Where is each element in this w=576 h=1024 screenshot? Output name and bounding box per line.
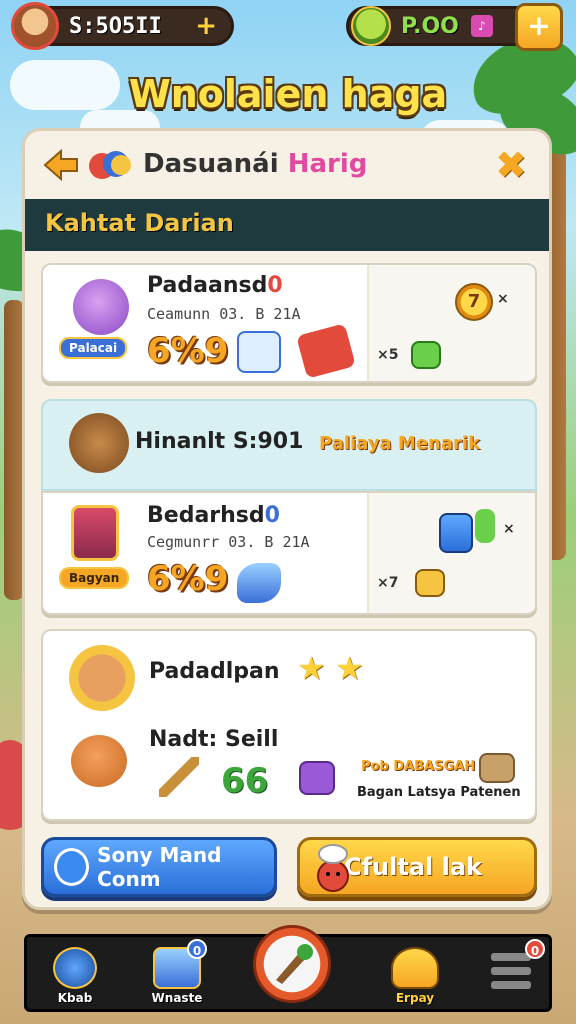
nav-badge: 0 [525, 939, 545, 959]
card-tag: Palacai [59, 337, 128, 359]
shop-button[interactable]: + [515, 3, 563, 51]
gems-counter[interactable]: P.OO ♪ + [346, 3, 563, 51]
green-gem-icon [411, 341, 441, 369]
card-name: Bedarhsd0 [147, 503, 280, 528]
music-icon[interactable]: ♪ [470, 15, 493, 37]
cake-icon [71, 505, 119, 561]
key-icon [159, 757, 199, 797]
chef-icon [308, 842, 358, 894]
reward-label-bottom: Bagan Latsya Patenen [357, 785, 521, 800]
nav-item-kbab[interactable]: Kbab [41, 943, 109, 1007]
coin-icon: 7 [455, 283, 493, 321]
card-tag: Bagyan [59, 567, 130, 589]
card-name: Padaansd0 [147, 273, 283, 298]
card-subtitle: Ceamunn 03. B 21A [147, 305, 301, 323]
primary-action-label: Cfultal lak [344, 853, 482, 881]
nav-label: Erpay [395, 991, 435, 1005]
berries-icon [89, 151, 131, 181]
coins-counter[interactable]: S:5O5II + [11, 2, 234, 50]
bottom-nav: Kbab 0 Wnaste Erpay 0 [24, 925, 552, 1012]
frog-icon [351, 6, 391, 46]
paintbrush-icon [276, 944, 313, 984]
game-title: Wnolaien haga [128, 72, 448, 116]
reward-name: Padadlpan [149, 659, 280, 684]
gems-value: P.OO [401, 13, 459, 39]
card-side-panel [367, 265, 535, 381]
nav-label: Kbab [57, 991, 93, 1005]
clock-icon [53, 947, 97, 989]
close-icon[interactable]: ✖ [491, 145, 531, 185]
menu-line [491, 981, 531, 989]
reward-count: 66 [221, 761, 269, 801]
nav-badge: 0 [187, 939, 207, 959]
panel-title-highlight: Harig [287, 149, 368, 179]
coins-value: S:5O5II [69, 13, 162, 39]
trophy-icon [391, 947, 439, 989]
crate-icon [479, 753, 515, 783]
card-price: 6%9 [147, 331, 229, 371]
gold-gem-icon [415, 569, 445, 597]
reward-label-top: Pob DABASGAH [361, 759, 476, 774]
item-multiplier: × [503, 521, 515, 537]
nav-item-erpay[interactable]: Erpay [381, 943, 449, 1007]
back-arrow-svg [43, 148, 78, 182]
player-avatar[interactable] [11, 2, 59, 50]
star-icon: ★ [297, 649, 326, 687]
nav-label: Wnaste [151, 991, 203, 1005]
card-subtitle: Cegmunrr 03. B 21A [147, 533, 310, 551]
book-icon [439, 513, 473, 553]
food-plate-icon [69, 413, 129, 473]
horn-icon [237, 563, 281, 603]
shop-panel: Dasuanái Harig ✖ Kahtat Darian Palacai P… [22, 128, 552, 910]
palm-trunk [4, 300, 24, 600]
offer-card-2[interactable]: Bagyan Bedarhsd0 Cegmunrr 03. B 21A 6%9 … [41, 491, 537, 615]
section-title: Kahtat Darian [45, 209, 234, 237]
gem-multiplier: ×7 [377, 575, 399, 591]
offer-card-1[interactable]: Palacai Padaansd0 Ceamunn 03. B 21A 6%9 … [41, 263, 537, 383]
banner-text: Hinanlt S:901 [135, 429, 304, 454]
secondary-action-button[interactable]: Sony Mand Conm [41, 837, 277, 897]
star-icon: ★ [335, 649, 364, 687]
monster-icon [73, 279, 129, 335]
treasure-box-icon [237, 331, 281, 373]
secondary-action-label: Sony Mand Conm [97, 843, 222, 891]
gem-multiplier: ×5 [377, 347, 399, 363]
primary-action-button[interactable]: Cfultal lak [297, 837, 537, 897]
nav-item-wnaste[interactable]: 0 Wnaste [143, 939, 211, 1007]
chef-svg [317, 844, 349, 892]
coin-multiplier: × [497, 291, 509, 307]
flag-icon [296, 323, 356, 379]
purple-box-icon [299, 761, 335, 795]
compass-icon [54, 848, 90, 886]
reward-subname: Nadt: Seill [149, 727, 279, 752]
panel-title: Dasuanái Harig [143, 149, 368, 179]
menu-line [491, 953, 531, 961]
nav-center-button[interactable] [253, 925, 331, 1003]
add-coins-button[interactable]: + [195, 11, 217, 41]
sun-face-icon [69, 645, 135, 711]
reward-card[interactable]: Padadlpan ★ ★ Nadt: Seill 66 Pob DABASGA… [41, 629, 537, 821]
card-side-panel [367, 493, 535, 613]
section-header: Kahtat Darian [25, 199, 549, 251]
back-arrow-icon[interactable] [41, 145, 81, 185]
offer-banner[interactable]: Hinanlt S:901 Paliaya Menarik [41, 399, 537, 491]
honey-pot-icon [71, 735, 127, 787]
banner-highlight: Paliaya Menarik [319, 433, 481, 454]
card-price: 6%9 [147, 559, 229, 599]
menu-line [491, 967, 531, 975]
nav-item-menu[interactable]: 0 [477, 939, 545, 1007]
potion-icon [475, 509, 495, 543]
panel-header: Dasuanái Harig ✖ [25, 131, 549, 201]
